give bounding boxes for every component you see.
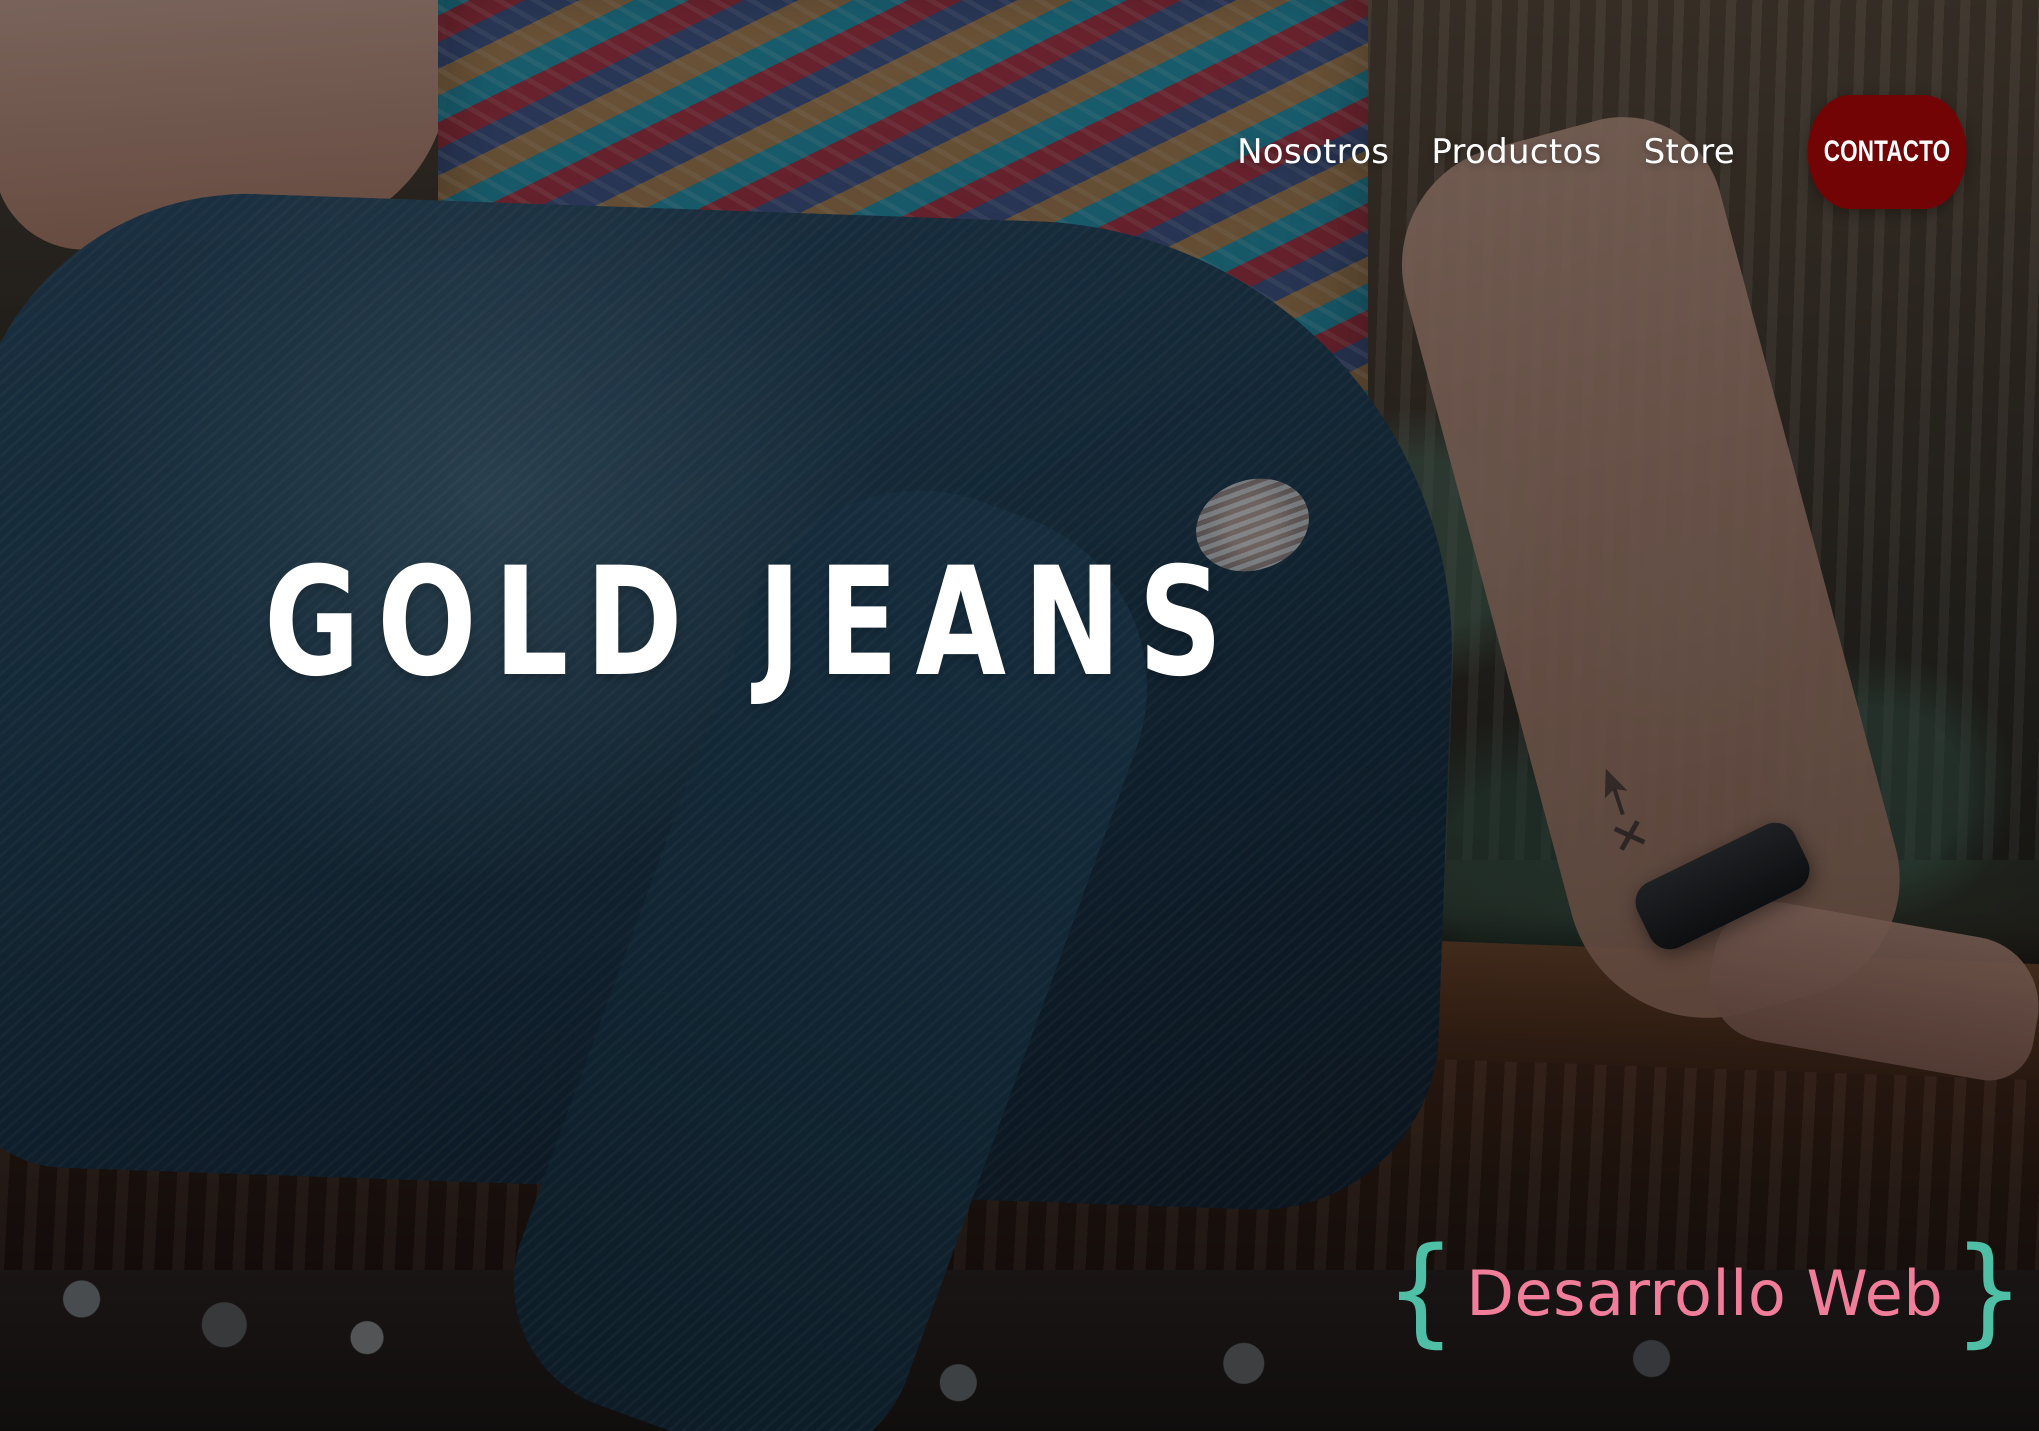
dark-overlay: [0, 0, 2039, 1431]
hero-background-photo: [0, 0, 2039, 1431]
nav-link-store[interactable]: Store: [1644, 135, 1735, 169]
contact-button[interactable]: CONTACTO: [1807, 95, 1967, 209]
landing-page: Nosotros Productos Store CONTACTO GOLD J…: [0, 0, 2039, 1431]
watermark: { Desarrollo Web }: [1385, 1222, 2025, 1360]
right-brace: }: [1953, 1222, 2025, 1360]
top-navigation: Nosotros Productos Store CONTACTO: [1237, 95, 1993, 209]
left-brace: {: [1385, 1222, 1457, 1360]
nav-link-productos[interactable]: Productos: [1431, 135, 1601, 169]
nav-link-nosotros[interactable]: Nosotros: [1237, 135, 1389, 169]
hero-title: GOLD JEANS: [264, 536, 1240, 710]
watermark-text: Desarrollo Web: [1466, 1257, 1944, 1330]
